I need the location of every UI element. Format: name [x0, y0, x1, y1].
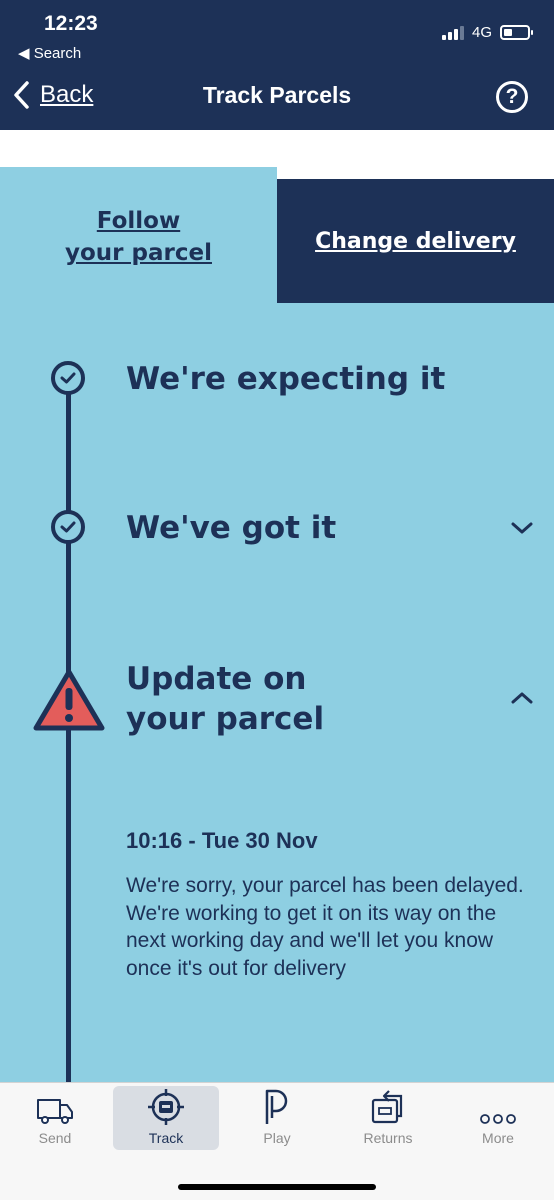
- back-to-search-link[interactable]: ◀ Search: [18, 44, 81, 62]
- tabbar-item-track[interactable]: Track: [113, 1086, 219, 1150]
- update-message: We're sorry, your parcel has been delaye…: [126, 874, 524, 980]
- app-header: 12:23 ◀ Search 4G Back Track Parcels ?: [0, 0, 554, 130]
- signal-icon: [441, 25, 464, 40]
- tab-gap: [277, 167, 554, 179]
- tab-follow-line1: Follow: [96, 208, 181, 234]
- check-circle-icon: [51, 510, 85, 544]
- network-type: 4G: [471, 24, 492, 41]
- home-indicator: [178, 1184, 376, 1190]
- check-circle-icon: [51, 361, 85, 395]
- tab-follow-your-parcel[interactable]: Follow your parcel: [0, 167, 277, 303]
- tabbar-item-play[interactable]: Play: [224, 1086, 330, 1150]
- tabbar-label: Play: [263, 1130, 291, 1146]
- tabbar-label: Returns: [363, 1130, 413, 1146]
- tab-change-delivery[interactable]: Change delivery: [277, 179, 554, 303]
- status-time: 12:23: [44, 12, 98, 35]
- target-parcel-icon: [148, 1089, 184, 1125]
- tabbar-label: Send: [38, 1130, 72, 1146]
- tabbar-label: Track: [148, 1130, 184, 1146]
- header-gap: [0, 130, 554, 167]
- tabbar-item-send[interactable]: Send: [2, 1086, 108, 1150]
- tabbar-item-returns[interactable]: Returns: [335, 1086, 441, 1150]
- bottom-tab-bar: Send Track Play Returns More: [0, 1082, 554, 1200]
- status-indicators: 4G: [441, 24, 533, 41]
- tabbar-label: More: [482, 1130, 514, 1146]
- question-circle-icon[interactable]: ?: [496, 81, 528, 113]
- step-update-title-line2: your parcel: [126, 701, 325, 737]
- step-got-it-title[interactable]: We've got it: [126, 508, 336, 548]
- chevron-down-icon[interactable]: [509, 518, 535, 538]
- page-title: Track Parcels: [202, 82, 352, 108]
- step-update-title-line1: Update on: [126, 661, 307, 697]
- play-p-icon: [265, 1089, 288, 1124]
- van-icon: [37, 1099, 73, 1124]
- battery-icon: [500, 25, 533, 40]
- tabbar-item-more[interactable]: More: [445, 1086, 551, 1150]
- more-dots-icon: [480, 1114, 516, 1124]
- step-expecting-title: We're expecting it: [126, 361, 446, 397]
- step-update-title[interactable]: Update on your parcel: [126, 659, 324, 739]
- update-timestamp: 10:16 - Tue 30 Nov: [126, 828, 318, 853]
- chevron-up-icon[interactable]: [509, 688, 535, 708]
- tab-follow-line2: your parcel: [65, 240, 212, 266]
- warning-triangle-icon: [33, 669, 105, 731]
- returns-box-icon: [371, 1090, 403, 1124]
